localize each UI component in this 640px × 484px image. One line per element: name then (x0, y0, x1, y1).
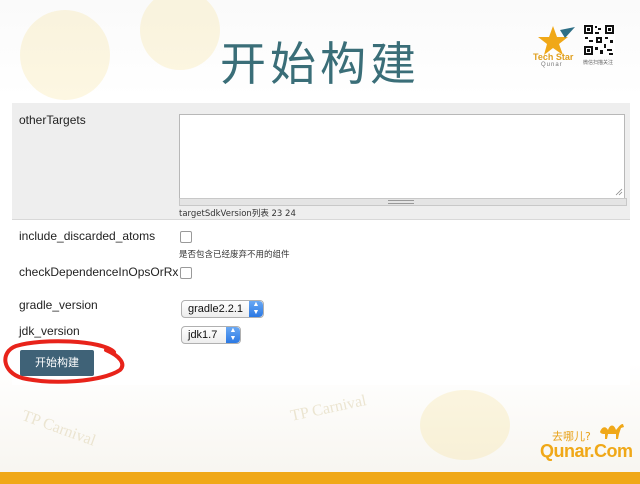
check-dependence-checkbox[interactable] (180, 267, 192, 279)
start-build-button[interactable]: 开始构建 (20, 350, 94, 376)
select-arrows-icon: ▲ ▼ (249, 301, 263, 317)
jdk-version-label: jdk_version (19, 324, 80, 338)
other-targets-input[interactable] (179, 114, 625, 200)
qr-code-icon (583, 24, 615, 56)
jdk-version-select[interactable]: jdk1.7 ▲ ▼ (181, 326, 241, 344)
include-discarded-atoms-label: include_discarded_atoms (19, 229, 156, 243)
jdk-version-value: jdk1.7 (188, 329, 218, 341)
include-discarded-atoms-hint: 是否包含已经废弃不用的组件 (179, 250, 290, 260)
footer-accent-bar (0, 472, 640, 484)
textarea-scrollbar[interactable] (179, 198, 627, 206)
gradle-version-label: gradle_version (19, 298, 98, 312)
check-dependence-label: checkDependenceInOpsOrRx (19, 265, 179, 279)
gradle-version-value: gradle2.2.1 (188, 303, 244, 315)
background-decoration (420, 390, 510, 460)
qunar-logo-text: Qunar.Com (540, 441, 633, 461)
build-form: otherTargets targetSdkVersion列表 23 24 in… (12, 103, 630, 385)
include-discarded-atoms-checkbox[interactable] (180, 231, 192, 243)
other-targets-hint: targetSdkVersion列表 23 24 (179, 209, 296, 219)
scrollbar-thumb[interactable] (388, 200, 414, 204)
resize-grip-icon[interactable] (615, 188, 623, 196)
logo-name: Tech Star (533, 52, 574, 62)
camel-logo-icon (600, 424, 624, 439)
select-arrows-icon: ▲ ▼ (226, 327, 240, 343)
logo-subtitle: Qunar (541, 62, 563, 68)
other-targets-label: otherTargets (19, 113, 86, 127)
qr-caption: 微信扫描关注 (583, 60, 614, 66)
gradle-version-select[interactable]: gradle2.2.1 ▲ ▼ (181, 300, 264, 318)
